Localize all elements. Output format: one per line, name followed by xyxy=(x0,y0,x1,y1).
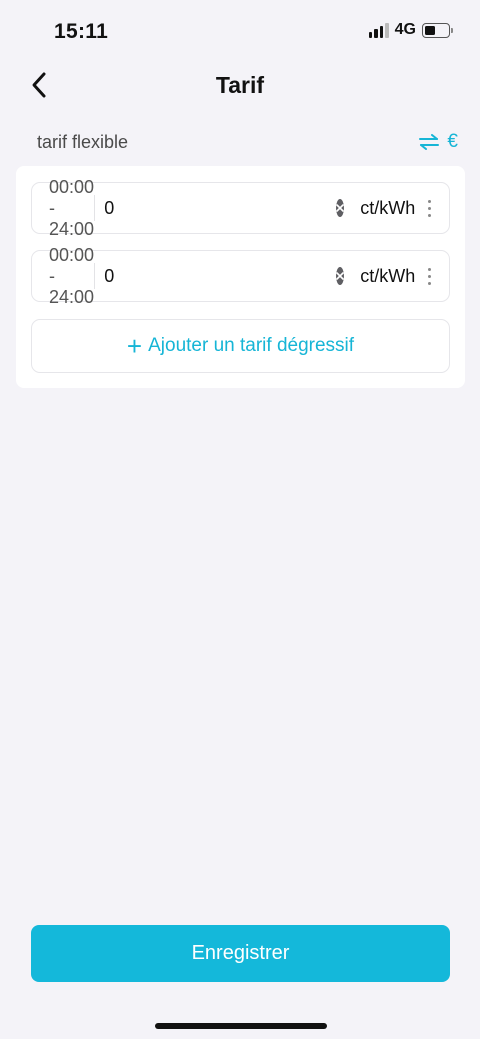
time-range-picker[interactable]: 00:00 - 24:00 xyxy=(32,245,94,308)
add-tariff-button[interactable]: + Ajouter un tarif dégressif xyxy=(31,319,450,373)
status-bar: 15:11 4G xyxy=(0,0,480,62)
currency-symbol: € xyxy=(447,131,458,152)
page-title: Tarif xyxy=(215,72,265,98)
swap-arrows-icon xyxy=(419,134,440,150)
clear-button[interactable] xyxy=(336,267,345,285)
more-options-icon[interactable] xyxy=(427,195,431,221)
close-icon xyxy=(336,204,345,212)
tariff-row: 00:00 - 24:00 ct/kWh xyxy=(31,177,450,239)
network-label: 4G xyxy=(394,21,416,38)
time-range-picker[interactable]: 00:00 - 24:00 xyxy=(32,177,94,240)
section-header: tarif flexible € xyxy=(37,130,458,154)
tariff-row: 00:00 - 24:00 ct/kWh xyxy=(31,245,450,307)
section-label: tarif flexible xyxy=(37,131,129,152)
status-time: 15:11 xyxy=(54,20,109,43)
price-input[interactable] xyxy=(94,265,337,287)
close-icon xyxy=(336,272,345,280)
signal-icon xyxy=(368,22,389,38)
currency-toggle-button[interactable]: € xyxy=(419,131,458,153)
clear-button[interactable] xyxy=(336,199,345,217)
tariff-card: 00:00 - 24:00 ct/kWh 00:00 - 24:00 ct/kW… xyxy=(16,166,465,388)
status-indicators: 4G xyxy=(368,21,453,39)
home-indicator xyxy=(155,1023,327,1029)
unit-label: ct/kWh xyxy=(360,265,416,286)
more-options-icon[interactable] xyxy=(427,263,431,289)
plus-icon: + xyxy=(126,331,143,361)
price-input[interactable] xyxy=(94,197,337,219)
nav-bar: Tarif xyxy=(0,62,480,108)
battery-icon xyxy=(422,22,453,38)
add-tariff-label: Ajouter un tarif dégressif xyxy=(148,335,355,356)
unit-label: ct/kWh xyxy=(360,197,416,218)
save-button[interactable]: Enregistrer xyxy=(31,925,450,982)
